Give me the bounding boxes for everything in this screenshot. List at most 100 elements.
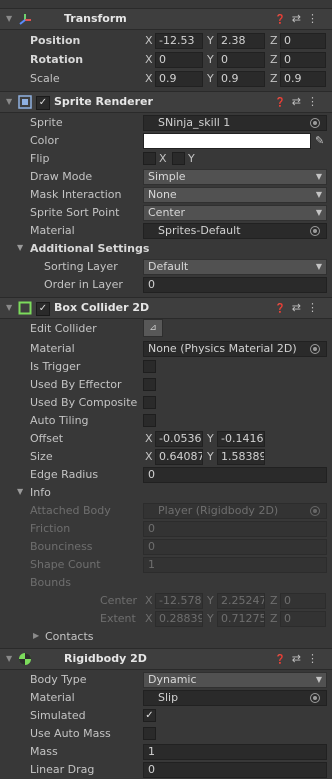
fold-arrow-icon[interactable]: ▼: [6, 97, 12, 106]
contacts-row[interactable]: ▶ Contacts: [0, 628, 332, 646]
presets-icon[interactable]: ⇄: [292, 652, 307, 665]
draw-mode-dropdown[interactable]: Simple ▼: [143, 169, 327, 185]
rigidbody-material-value: Slip: [158, 691, 179, 704]
object-picker-icon[interactable]: [310, 344, 320, 354]
bounciness-field: 0: [143, 539, 327, 555]
presets-icon[interactable]: ⇄: [292, 95, 307, 108]
x-axis-label[interactable]: X: [145, 432, 153, 445]
edge-radius-field[interactable]: 0: [143, 467, 327, 483]
sort-point-dropdown[interactable]: Center ▼: [143, 205, 327, 221]
menu-icon[interactable]: ⋮: [307, 652, 324, 665]
rigidbody-header[interactable]: ▼ Rigidbody 2D ❓⇄⋮: [0, 648, 332, 670]
used-by-effector-checkbox[interactable]: [143, 378, 156, 391]
z-axis-label[interactable]: Z: [270, 72, 278, 85]
rigidbody-material-field[interactable]: Slip: [143, 690, 327, 706]
sprite-object-field[interactable]: SNinja_skill 1: [143, 115, 327, 131]
size-x-field[interactable]: 0.64087: [155, 449, 203, 465]
position-y-field[interactable]: 2.38: [217, 33, 265, 49]
menu-icon[interactable]: ⋮: [307, 301, 324, 314]
object-picker-icon[interactable]: [310, 226, 320, 236]
x-axis-label[interactable]: X: [145, 72, 153, 85]
additional-settings-row[interactable]: ▼ Additional Settings: [0, 240, 332, 258]
rotation-z-field[interactable]: 0: [280, 52, 326, 68]
object-picker-icon: [310, 506, 320, 516]
z-axis-label[interactable]: Z: [270, 34, 278, 47]
enabled-checkbox[interactable]: ✓: [36, 302, 50, 316]
rotation-x-field[interactable]: 0: [155, 52, 203, 68]
fold-arrow-icon[interactable]: ▼: [17, 487, 23, 496]
x-axis-label[interactable]: X: [145, 34, 153, 47]
position-x-field[interactable]: -12.53: [155, 33, 203, 49]
simulated-checkbox[interactable]: ✓: [143, 709, 156, 722]
contacts-label[interactable]: Contacts: [45, 630, 94, 643]
y-axis-label[interactable]: Y: [207, 432, 214, 445]
color-swatch[interactable]: [143, 133, 311, 149]
object-picker-icon[interactable]: [310, 118, 320, 128]
y-axis-label[interactable]: Y: [207, 72, 214, 85]
used-by-composite-checkbox[interactable]: [143, 396, 156, 409]
fold-arrow-icon[interactable]: ▼: [6, 654, 12, 663]
presets-icon[interactable]: ⇄: [292, 12, 307, 25]
fold-arrow-icon[interactable]: ▼: [6, 303, 12, 312]
x-axis-label[interactable]: X: [145, 53, 153, 66]
edge-radius-row: Edge Radius 0: [0, 466, 332, 484]
box-collider-header[interactable]: ▼ ✓ Box Collider 2D ❓⇄⋮: [0, 297, 332, 319]
additional-settings-label[interactable]: Additional Settings: [30, 242, 149, 255]
sprite-renderer-header[interactable]: ▼ ✓ Sprite Renderer ❓⇄⋮: [0, 91, 332, 113]
friction-label: Friction: [30, 522, 71, 535]
info-label[interactable]: Info: [30, 486, 51, 499]
info-row[interactable]: ▼ Info: [0, 484, 332, 502]
inspector-panel: ▼ Transform ❓⇄⋮ Position X -12.53 Y 2.38…: [0, 0, 332, 779]
position-z-field[interactable]: 0: [280, 33, 326, 49]
presets-icon[interactable]: ⇄: [292, 301, 307, 314]
auto-tiling-checkbox[interactable]: [143, 414, 156, 427]
sorting-layer-dropdown[interactable]: Default ▼: [143, 259, 327, 275]
physics-material-field[interactable]: None (Physics Material 2D): [143, 341, 327, 357]
scale-row: Scale X 0.9 Y 0.9 Z 0.9: [0, 70, 332, 88]
x-axis-label[interactable]: X: [145, 450, 153, 463]
offset-y-field[interactable]: -0.1416: [217, 431, 265, 447]
header-icons: ❓⇄⋮: [275, 95, 324, 108]
z-axis-label[interactable]: Z: [270, 53, 278, 66]
rigidbody-material-row: Material Slip: [0, 689, 332, 707]
menu-icon[interactable]: ⋮: [307, 95, 324, 108]
mask-interaction-dropdown[interactable]: None ▼: [143, 187, 327, 203]
extent-label: Extent: [100, 612, 136, 625]
flip-y-checkbox[interactable]: [172, 152, 185, 165]
attached-body-field: Player (Rigidbody 2D): [143, 503, 327, 519]
use-auto-mass-checkbox[interactable]: [143, 727, 156, 740]
y-axis-label[interactable]: Y: [207, 450, 214, 463]
center-label: Center: [100, 594, 138, 607]
transform-header[interactable]: ▼ Transform ❓⇄⋮: [0, 8, 332, 30]
menu-icon[interactable]: ⋮: [307, 12, 324, 25]
material-object-field[interactable]: Sprites-Default: [143, 223, 327, 239]
rotation-y-field[interactable]: 0: [217, 52, 265, 68]
color-label: Color: [30, 134, 59, 147]
help-icon[interactable]: ❓: [275, 655, 292, 665]
scale-y-field[interactable]: 0.9: [217, 71, 265, 87]
linear-drag-field[interactable]: 0: [143, 762, 327, 778]
dropdown-arrow-icon: ▼: [315, 190, 322, 199]
offset-x-field[interactable]: -0.0536: [155, 431, 203, 447]
enabled-checkbox[interactable]: ✓: [36, 96, 50, 110]
size-y-field[interactable]: 1.58389: [217, 449, 265, 465]
help-icon[interactable]: ❓: [275, 98, 292, 108]
object-picker-icon[interactable]: [310, 693, 320, 703]
flip-x-checkbox[interactable]: [143, 152, 156, 165]
help-icon[interactable]: ❓: [275, 15, 292, 25]
fold-arrow-icon[interactable]: ▼: [17, 243, 23, 252]
component-title: Sprite Renderer: [54, 95, 153, 108]
help-icon[interactable]: ❓: [275, 304, 292, 314]
fold-arrow-icon[interactable]: ▶: [33, 631, 39, 640]
is-trigger-checkbox[interactable]: [143, 360, 156, 373]
order-in-layer-field[interactable]: 0: [143, 277, 327, 293]
fold-arrow-icon[interactable]: ▼: [6, 14, 12, 23]
edit-collider-button[interactable]: ⊿: [143, 319, 163, 337]
eyedropper-icon[interactable]: ✎: [315, 134, 324, 147]
scale-x-field[interactable]: 0.9: [155, 71, 203, 87]
y-axis-label[interactable]: Y: [207, 34, 214, 47]
body-type-dropdown[interactable]: Dynamic ▼: [143, 672, 327, 688]
y-axis-label[interactable]: Y: [207, 53, 214, 66]
scale-z-field[interactable]: 0.9: [280, 71, 326, 87]
mass-field[interactable]: 1: [143, 744, 327, 760]
